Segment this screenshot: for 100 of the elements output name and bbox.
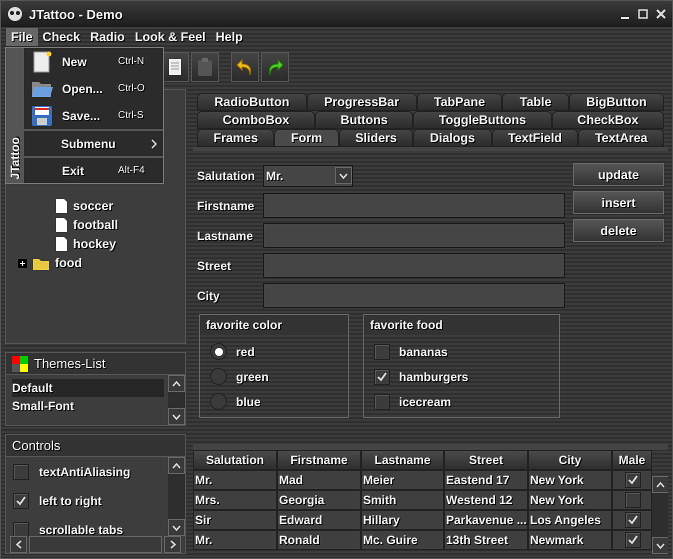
checkbox[interactable] — [13, 522, 29, 536]
tab[interactable]: TabPane — [416, 93, 502, 111]
list-item[interactable]: Small-Font — [12, 397, 164, 415]
tab[interactable]: ProgressBar — [306, 93, 416, 111]
action-button[interactable]: delete — [573, 219, 664, 242]
tab[interactable]: Form — [274, 129, 339, 147]
radio-button[interactable] — [210, 368, 227, 385]
checkbox[interactable] — [13, 464, 29, 480]
scroll-left-button[interactable] — [10, 536, 27, 553]
menu-item[interactable]: New Ctrl-N — [24, 48, 163, 75]
undo-button[interactable] — [231, 52, 259, 82]
scrollbar[interactable] — [168, 375, 185, 425]
table-cell: Sir — [193, 510, 277, 530]
chevron-right-icon — [170, 540, 176, 549]
submenu-item[interactable]: Submenu — [24, 129, 163, 156]
scroll-down-button[interactable] — [652, 537, 668, 554]
tab[interactable]: Sliders — [338, 129, 414, 147]
close-icon[interactable] — [656, 9, 666, 19]
column-header[interactable]: Street — [444, 450, 528, 470]
undo-arrow-icon — [236, 57, 254, 77]
text-field[interactable] — [263, 193, 565, 218]
color-squares-icon — [12, 356, 28, 372]
text-field[interactable] — [263, 223, 565, 248]
tree-item[interactable]: hockey — [73, 237, 116, 251]
menu[interactable]: File — [6, 28, 38, 46]
checkbox[interactable] — [624, 492, 640, 508]
tab[interactable]: ComboBox — [197, 111, 315, 129]
scroll-up-button[interactable] — [652, 476, 668, 493]
menu[interactable]: Radio — [85, 28, 130, 46]
scroll-down-button[interactable] — [168, 408, 185, 425]
table-cell: New York — [528, 490, 612, 510]
column-header[interactable]: Firstname — [277, 450, 361, 470]
field-label: City — [197, 288, 221, 302]
tree-item[interactable]: food — [55, 256, 82, 270]
chevron-left-icon — [16, 540, 22, 549]
tree-item[interactable]: soccer — [73, 199, 114, 213]
scroll-down-button[interactable] — [168, 519, 185, 536]
checkbox[interactable] — [624, 472, 640, 488]
radio-label: red — [236, 344, 255, 358]
radio-label: blue — [236, 394, 261, 408]
expand-icon[interactable] — [18, 258, 27, 268]
column-header[interactable]: City — [528, 450, 612, 470]
redo-arrow-icon — [266, 57, 284, 77]
chevron-down-icon — [172, 524, 181, 530]
column-header[interactable]: Salutation — [193, 450, 277, 470]
column-header[interactable]: Lastname — [361, 450, 444, 470]
tab[interactable]: CheckBox — [552, 111, 664, 129]
menu[interactable]: Help — [210, 28, 248, 46]
scroll-up-button[interactable] — [168, 375, 185, 392]
checkbox[interactable] — [13, 492, 29, 508]
table-cell: Ronald — [277, 530, 361, 550]
checkbox-label: scrollable tabs — [39, 522, 124, 536]
document-icon — [56, 199, 67, 213]
maximize-icon[interactable] — [638, 9, 648, 19]
tab[interactable]: BigButton — [568, 93, 664, 111]
field-label: Firstname — [197, 198, 256, 212]
group-title: favorite color — [200, 315, 348, 335]
menu-item[interactable]: Open... Ctrl-O — [24, 75, 163, 102]
group-title: favorite food — [364, 315, 559, 335]
tab[interactable]: Buttons — [314, 111, 414, 129]
table-cell: Mr. — [193, 470, 277, 490]
tab[interactable]: RadioButton — [197, 93, 307, 111]
scrollbar[interactable] — [652, 476, 668, 554]
tab[interactable]: ToggleButtons — [413, 111, 552, 129]
tab[interactable]: Table — [502, 93, 569, 111]
menu[interactable]: Check — [38, 28, 86, 46]
checkbox[interactable] — [624, 512, 640, 528]
folder-icon — [33, 256, 49, 270]
text-field[interactable] — [263, 253, 565, 278]
tab[interactable]: TextArea — [578, 129, 664, 147]
scrollbar[interactable] — [168, 457, 185, 536]
tree-item[interactable]: football — [73, 218, 118, 232]
text-field[interactable] — [263, 283, 565, 308]
tab[interactable]: Frames — [197, 129, 274, 147]
list-item[interactable]: Default — [12, 379, 164, 397]
radio-button[interactable] — [210, 393, 227, 410]
action-button[interactable]: insert — [573, 191, 664, 214]
chevron-up-icon — [656, 482, 665, 488]
action-button[interactable]: update — [573, 163, 664, 186]
checkbox[interactable] — [374, 368, 390, 384]
table-cell: Mc. Guire — [361, 530, 444, 550]
checkbox[interactable] — [374, 344, 390, 360]
checkbox[interactable] — [624, 532, 640, 548]
redo-button[interactable] — [261, 52, 289, 82]
checkbox[interactable] — [374, 394, 390, 410]
chevron-down-icon — [656, 542, 665, 548]
scroll-right-button[interactable] — [164, 536, 181, 553]
radio-button[interactable] — [210, 343, 227, 360]
checkbox-label: bananas — [399, 344, 448, 358]
scroll-up-button[interactable] — [168, 457, 185, 474]
tab[interactable]: Dialogs — [413, 129, 492, 147]
menu-item[interactable]: Save... Ctrl-S — [24, 102, 163, 129]
tab[interactable]: TextField — [492, 129, 578, 147]
radio-label: green — [236, 370, 269, 384]
column-header[interactable]: Male — [612, 450, 652, 470]
chevron-down-icon — [339, 172, 348, 178]
checkbox-label: textAntiAliasing — [39, 464, 130, 478]
document-icon — [32, 50, 52, 72]
salutation-dropdown[interactable]: Mr. — [263, 164, 353, 186]
menu[interactable]: Look & Feel — [130, 28, 211, 46]
